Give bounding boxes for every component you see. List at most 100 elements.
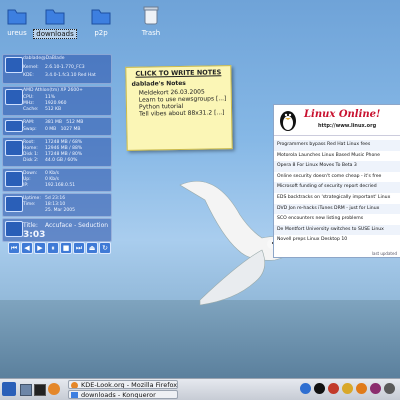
kde-label: KDE: (23, 73, 34, 78)
firefox-tray-icon[interactable] (356, 383, 367, 394)
memory-block: RAM: 381 MB 512 MB Swap: 0 MB 1027 MB (2, 117, 112, 136)
k-menu-button[interactable] (2, 382, 16, 396)
net-value: 192.168.0.51 (45, 183, 76, 188)
repeat-button[interactable]: ↻ (99, 242, 111, 254)
stop-button[interactable]: ■ (60, 242, 72, 254)
disk-icon (5, 140, 23, 156)
time-block: Uptime: 5d 23:16 Time: 18:13:10 25. Mar 20… (2, 193, 112, 217)
mhz-row: MHz: 1920.960 (23, 101, 66, 106)
tux-penguin-icon (280, 111, 296, 131)
news-item[interactable]: Programmers bypass Red Hat Linux fees (274, 140, 400, 151)
trash-icon (143, 6, 159, 25)
news-item[interactable]: DVD Jon re-hacks iTunes DRM - just for L… (274, 203, 400, 215)
folder-icon (91, 9, 111, 25)
disk-label: Disk 1: (23, 152, 39, 157)
time-value: 25. Mar 2005 (45, 208, 75, 213)
title-label: Title: (23, 222, 38, 229)
task-firefox[interactable]: KDE-Look.org - Mozilla Firefox (68, 380, 178, 389)
news-item[interactable]: Motorola Launches Linux Based Music Phon… (274, 151, 400, 162)
folder-icon (7, 9, 27, 25)
desktop-icon-label: p2p (94, 29, 108, 37)
disk-block: Root: 17248 MB / 68% Home: 12946 MB / 88% … (2, 137, 112, 167)
folder-icon (45, 9, 65, 25)
eject-button[interactable]: ⏏ (86, 242, 98, 254)
note-item[interactable]: Tell vibes about 88x31.2 [...] (139, 109, 231, 117)
cpu-block: AMD Athlon(tm) XP 2600+ CPU: 11% MHz: 1920… (2, 86, 112, 116)
net-row: IP: 192.168.0.51 (23, 183, 75, 188)
rewind-button[interactable]: ◀ (21, 242, 33, 254)
cpu-icon (5, 89, 23, 105)
cpu-row: CPU: 11% (23, 95, 55, 100)
taskbar: KDE-Look.org - Mozilla Firefox downloads… (0, 378, 400, 400)
disk-size: 17248 MB (45, 152, 68, 157)
kernel-row: Kernel: 2.6.10-1.770_FC3 (23, 65, 85, 70)
memory-icon (5, 120, 23, 132)
net-row: Up: 0 Kb/s (23, 177, 59, 182)
cpu-value: 11% (45, 95, 56, 100)
show-desktop-button[interactable] (20, 384, 32, 396)
chat-tray-icon[interactable] (370, 383, 381, 394)
disk-label: Disk 2: (23, 158, 39, 163)
news-item[interactable]: EDS backtracks on 'strategically importa… (274, 193, 400, 204)
news-item[interactable]: Online security doesn't come cheap - it'… (274, 172, 400, 183)
news-item[interactable]: SCO encounters new listing problems (274, 214, 400, 225)
pause-button[interactable]: ⏸ (47, 242, 59, 254)
news-item[interactable]: Novell preps Linux Desktop 10 (274, 235, 400, 246)
disk-label: Home: (23, 146, 38, 151)
task-konqueror[interactable]: downloads - Konqueror (68, 390, 178, 399)
mhz-label: MHz: (23, 101, 35, 106)
news-item[interactable]: Microsoft funding of security report dec… (274, 182, 400, 193)
net-row: Down: 0 Kb/s (23, 171, 59, 176)
clock-icon (5, 196, 23, 212)
updater-tray-icon[interactable] (328, 383, 339, 394)
disk-row: Home: 12946 MB / 88% (23, 146, 83, 151)
time-row: Time: 18:13:10 (23, 202, 65, 207)
net-label: Down: (23, 171, 38, 176)
desktop-icon-downloads[interactable]: downloads (32, 4, 78, 39)
time-row: 25. Mar 2005 (23, 208, 75, 213)
news-item[interactable]: De Montfort University switches to SUSE … (274, 224, 400, 236)
desktop-icon-label: ureus (7, 29, 27, 37)
disk-size: 17248 MB (45, 140, 68, 145)
system-monitor-widget: dablade@DaBlade Kernel: 2.6.10-1.770_FC3 … (0, 50, 112, 260)
disk-percent: 88% (72, 146, 83, 151)
time-value: 5d 23:16 (45, 196, 66, 201)
desktop-icon-p2p[interactable]: p2p (78, 4, 124, 37)
disk-percent: 80% (72, 152, 83, 157)
net-label: Up: (23, 177, 31, 182)
linux-online-widget: Linux Online! http://www.linux.org Progr… (273, 104, 400, 258)
next-track-button[interactable]: ⏭ (73, 242, 85, 254)
cache-label: Cache: (23, 107, 39, 112)
disk-percent: 68% (72, 140, 83, 145)
clock-tray-icon[interactable] (314, 383, 325, 394)
play-button[interactable]: ▶ (34, 242, 46, 254)
swap-total: 1027 MB (60, 127, 81, 132)
notes-widget[interactable]: CLICK TO WRITE NOTES dablade's Notes Mel… (125, 65, 233, 151)
terminal-launcher-button[interactable] (34, 384, 46, 396)
news-item[interactable]: Opera 8 For Linux Moves To Beta 3 (274, 161, 400, 172)
kde-value: 3.4.0-1.fc3.10 Red Hat (45, 73, 96, 78)
linux-online-logo: Linux Online! (304, 109, 381, 120)
write-notes-button[interactable]: CLICK TO WRITE NOTES (126, 68, 230, 78)
song-time: 3:03 (23, 230, 46, 240)
desktop: ureus downloads p2p Trash dablade@DaBlad… (0, 0, 400, 400)
desktop-icon-label: downloads (33, 29, 77, 39)
net-value: 0 Kb/s (45, 177, 59, 182)
swap-label: Swap: (23, 127, 37, 132)
firefox-icon (71, 382, 78, 388)
time-label: Uptime: (23, 196, 41, 201)
system-tray-icon[interactable] (384, 383, 395, 394)
previous-track-button[interactable]: ⏮ (8, 242, 20, 254)
browser-launcher-button[interactable] (48, 383, 60, 395)
network-tray-icon[interactable] (300, 383, 311, 394)
folder-icon (71, 392, 78, 398)
net-value: 0 Kb/s (45, 171, 59, 176)
linux-online-url[interactable]: http://www.linux.org (318, 123, 376, 129)
mhz-value: 1920.960 (45, 101, 67, 106)
swap-row: Swap: 0 MB 1027 MB (23, 127, 80, 132)
song-title: Accuface - Seduction (45, 222, 109, 229)
desktop-icon-trash[interactable]: Trash (128, 4, 174, 37)
clipboard-tray-icon[interactable] (342, 383, 353, 394)
ram-row: RAM: 381 MB 512 MB (23, 120, 83, 125)
disk-size: 44.0 GB (45, 158, 64, 163)
